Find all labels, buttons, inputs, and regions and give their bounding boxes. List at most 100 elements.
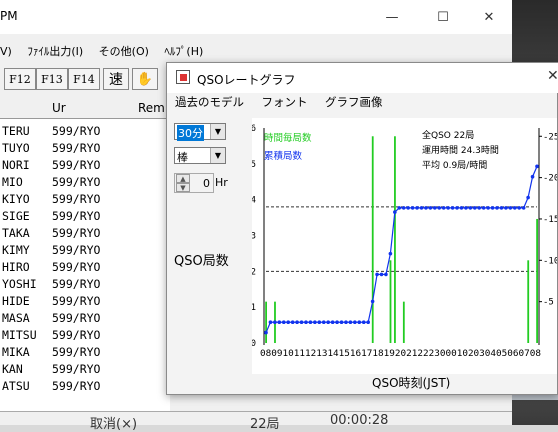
cumulative-point — [353, 320, 357, 325]
cancel-button[interactable]: 取消(×) — [90, 413, 137, 432]
menu-past-model[interactable]: 過去のモデル — [175, 94, 244, 110]
cumulative-point — [308, 320, 313, 325]
cumulative-point — [304, 320, 308, 325]
cumulative-point — [401, 206, 406, 210]
cumulative-point — [517, 206, 522, 210]
legend-cumulative: 累積局数 — [264, 150, 303, 162]
interval-select[interactable]: 30分 ▼ — [174, 123, 226, 141]
table-row[interactable]: KIYO 599/RYO — [0, 191, 170, 208]
cumulative-point — [464, 206, 468, 210]
cumulative-point — [397, 206, 402, 210]
column-header-ur[interactable]: Ur — [52, 101, 66, 115]
qso-window-title-bar: QSOレートグラフ ✕ — [167, 63, 558, 93]
cumulative-point — [526, 195, 530, 200]
log-header: Ur Rem — [0, 97, 170, 119]
menu-file-output[interactable]: ﾌｧｲﾙ出力(I) — [27, 43, 83, 59]
hand-icon[interactable]: ✋ — [132, 68, 158, 90]
table-row[interactable]: HIRO 599/RYO — [0, 259, 170, 276]
table-row[interactable]: NORI 599/RYO — [0, 157, 170, 174]
cumulative-point — [295, 320, 299, 325]
spin-down-icon[interactable]: ▼ — [176, 183, 190, 192]
cumulative-point — [330, 320, 335, 325]
f14-button[interactable]: F14 — [68, 68, 100, 90]
f13-button[interactable]: F13 — [36, 68, 68, 90]
cumulative-point — [393, 210, 397, 214]
left-tick-label: 6 — [252, 124, 256, 134]
cumulative-point — [375, 272, 379, 277]
cumulative-point — [530, 174, 535, 179]
table-row[interactable]: MASA 599/RYO — [0, 310, 170, 327]
close-icon[interactable]: ✕ — [547, 68, 558, 84]
hour-spinner[interactable]: ▲ ▼ 0 — [174, 173, 214, 193]
row-report: 599/RYO — [52, 362, 101, 376]
table-row[interactable]: HIDE 599/RYO — [0, 293, 170, 310]
row-report: 599/RYO — [52, 226, 101, 240]
left-tick-label: 4 — [252, 196, 256, 206]
table-row[interactable]: KIMY 599/RYO — [0, 242, 170, 259]
row-callsign: HIRO — [2, 260, 30, 274]
row-report: 599/RYO — [52, 124, 101, 138]
row-report: 599/RYO — [52, 243, 101, 257]
cumulative-point — [486, 206, 490, 210]
cumulative-point — [344, 320, 348, 325]
table-row[interactable]: TUYO 599/RYO — [0, 140, 170, 157]
row-callsign: SIGE — [2, 209, 30, 223]
menu-other[interactable]: その他(O) — [99, 43, 149, 59]
status-bar: 取消(×) 22局 00:00:28 — [0, 411, 512, 432]
rate-bar — [371, 136, 374, 343]
row-callsign: HIDE — [2, 294, 30, 308]
row-report: 599/RYO — [52, 379, 101, 393]
row-callsign: KIMY — [2, 243, 30, 257]
table-row[interactable]: MITSU 599/RYO — [0, 327, 170, 344]
cumulative-point — [406, 206, 410, 210]
rate-bar — [536, 218, 538, 343]
chevron-down-icon[interactable]: ▼ — [210, 148, 225, 163]
menu-help[interactable]: ﾍﾙﾌﾟ(H) — [164, 43, 203, 59]
f12-button[interactable]: F12 — [4, 68, 36, 90]
left-tick-label: 5 — [252, 160, 256, 170]
row-callsign: MASA — [2, 311, 30, 325]
table-row[interactable]: ATSU 599/RYO — [0, 378, 170, 395]
cumulative-point — [290, 320, 295, 325]
rate-bar — [394, 136, 396, 343]
table-row[interactable]: TAKA 599/RYO — [0, 225, 170, 242]
close-icon[interactable]: ✕ — [466, 0, 512, 34]
table-row[interactable]: SIGE 599/RYO — [0, 208, 170, 225]
table-row[interactable]: TERU 599/RYO — [0, 123, 170, 140]
cumulative-point — [490, 206, 495, 210]
minimize-icon[interactable]: — — [369, 0, 415, 34]
column-header-rem[interactable]: Rem — [138, 101, 165, 115]
table-row[interactable]: MIO 599/RYO — [0, 174, 170, 191]
menu-font[interactable]: フォント — [262, 94, 308, 110]
cumulative-point — [477, 206, 482, 210]
left-tick-label: 0 — [252, 339, 256, 349]
table-row[interactable]: KAN 599/RYO — [0, 361, 170, 378]
row-report: 599/RYO — [52, 311, 101, 325]
maximize-icon[interactable]: ☐ — [420, 0, 466, 34]
row-report: 599/RYO — [52, 345, 101, 359]
speed-button[interactable]: 速 — [103, 68, 129, 90]
menu-view[interactable]: V) — [0, 45, 12, 58]
cumulative-point — [495, 206, 499, 210]
row-report: 599/RYO — [52, 294, 101, 308]
row-callsign: ATSU — [2, 379, 30, 393]
left-tick-label: 2 — [252, 267, 256, 277]
spin-up-icon[interactable]: ▲ — [176, 174, 190, 183]
style-select[interactable]: 棒 ▼ — [174, 147, 226, 164]
stat-text: 全QSO 22局 — [422, 129, 474, 141]
cumulative-point — [339, 320, 344, 325]
hour-unit-label: Hr — [215, 176, 228, 189]
qso-rate-graph-window: QSOレートグラフ ✕ 過去のモデル フォント グラフ画像 30分 ▼ 棒 ▼ … — [166, 62, 558, 395]
cumulative-point — [441, 206, 446, 210]
table-row[interactable]: MIKA 599/RYO — [0, 344, 170, 361]
chevron-down-icon[interactable]: ▼ — [210, 124, 225, 139]
cumulative-point — [357, 320, 362, 325]
left-tick-label: 1 — [252, 303, 256, 313]
x-tick-labels: 0809101112131415161718192021222300010203… — [260, 348, 541, 358]
table-row[interactable]: YOSHI 599/RYO — [0, 276, 170, 293]
menu-graph-image[interactable]: グラフ画像 — [325, 94, 383, 110]
stat-text: 運用時間 24.3時間 — [422, 145, 499, 156]
cumulative-point — [326, 320, 330, 325]
row-callsign: KAN — [2, 362, 23, 376]
cumulative-point — [286, 320, 291, 325]
